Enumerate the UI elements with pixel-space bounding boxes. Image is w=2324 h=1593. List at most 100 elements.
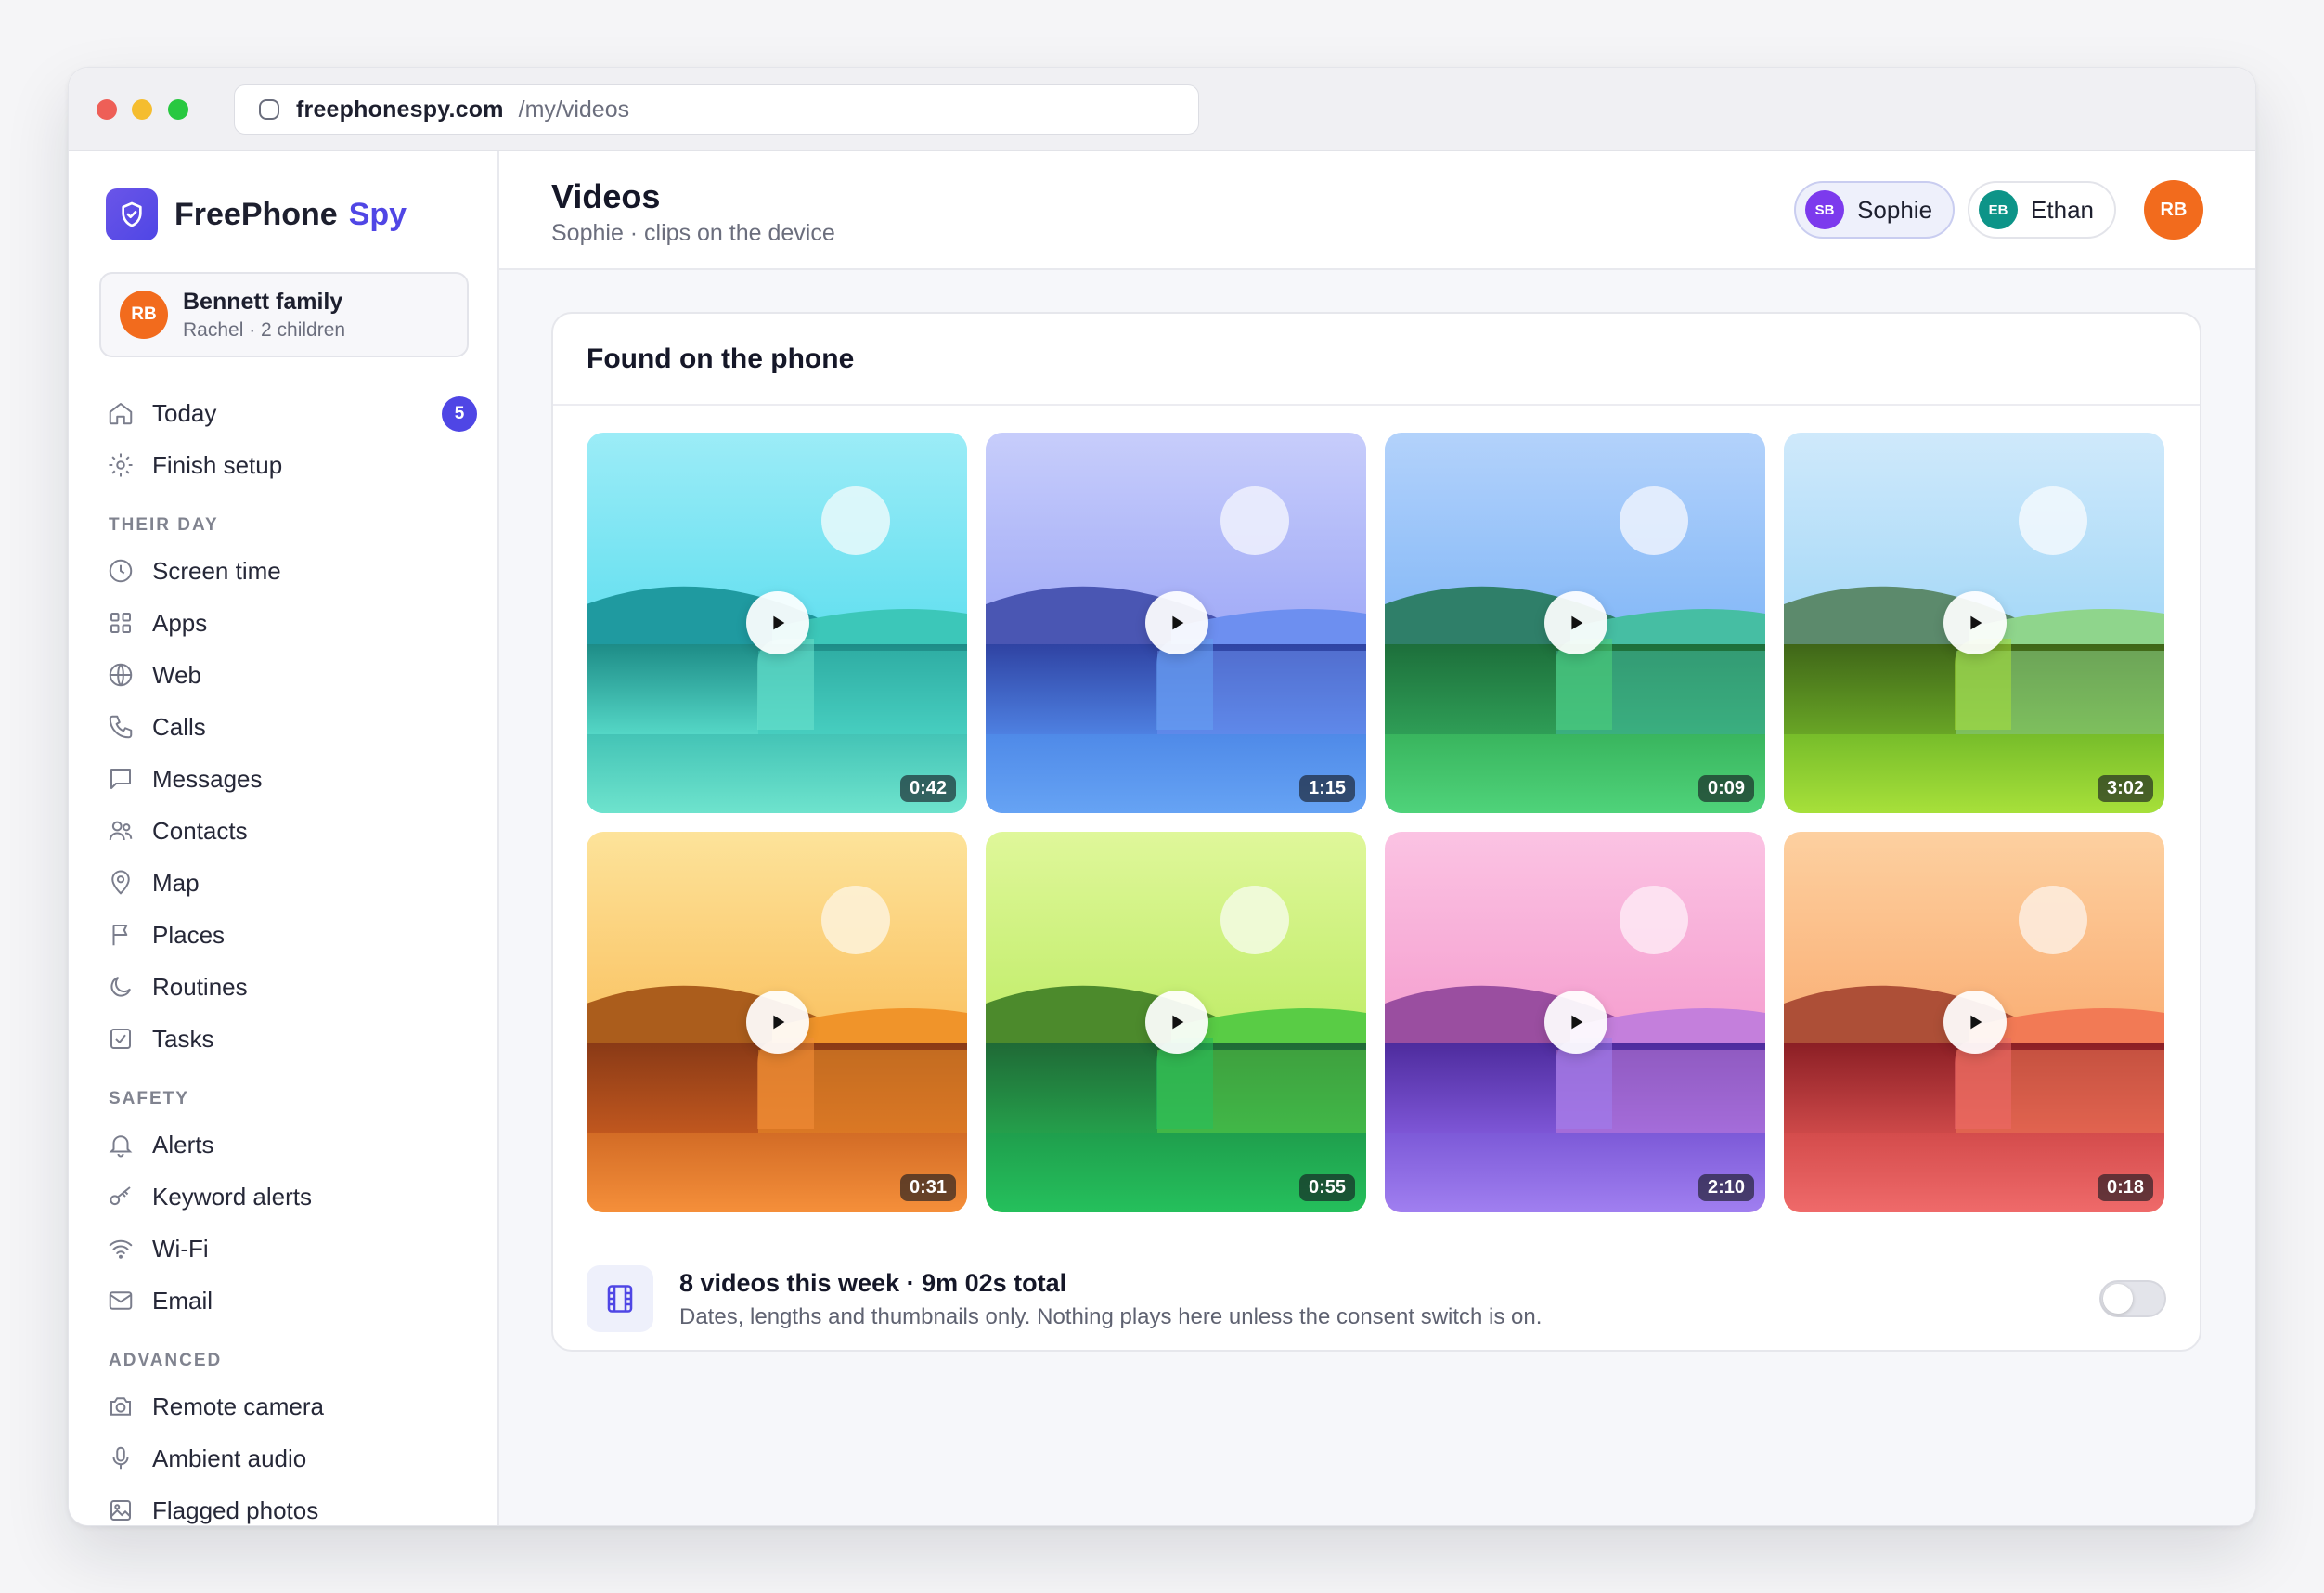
- play-button[interactable]: [1145, 991, 1208, 1054]
- url-path: /my/videos: [518, 96, 630, 123]
- play-icon: [773, 615, 785, 630]
- sidebar-item-finish-setup[interactable]: Finish setup: [106, 439, 477, 491]
- section-heading-advanced: ADVANCED: [109, 1351, 223, 1370]
- video-thumbnail[interactable]: 3:02: [1784, 433, 2164, 813]
- sidebar-item-label: Messages: [152, 764, 263, 793]
- sidebar-item-map[interactable]: Map: [106, 857, 477, 909]
- play-button[interactable]: [1145, 591, 1208, 654]
- play-icon: [1970, 615, 1982, 630]
- sidebar-item-label: Wi-Fi: [152, 1234, 209, 1263]
- video-duration: 0:42: [899, 775, 956, 802]
- flag-icon: [106, 920, 136, 950]
- close-window-button[interactable]: [97, 99, 117, 120]
- page-title: Videos: [551, 177, 661, 215]
- summary-title: 8 videos this week · 9m 02s total: [679, 1269, 1067, 1297]
- grid-icon: [106, 608, 136, 638]
- child-avatar: SB: [1805, 190, 1845, 229]
- sidebar-item-label: Finish setup: [152, 450, 283, 479]
- sidebar-item-label: Places: [152, 920, 226, 949]
- sidebar-item-keyword-alerts[interactable]: Keyword alerts: [106, 1171, 477, 1223]
- toggle-knob: [2103, 1284, 2133, 1314]
- page-header: Videos Sophie · clips on the device SB S…: [499, 151, 2255, 270]
- family-avatar: RB: [120, 291, 168, 339]
- sidebar-item-email[interactable]: Email: [106, 1275, 477, 1327]
- sidebar-item-label: Map: [152, 868, 200, 897]
- video-duration: 3:02: [2097, 775, 2153, 802]
- pin-icon: [106, 868, 136, 898]
- sidebar-item-places[interactable]: Places: [106, 909, 477, 961]
- play-icon: [1571, 615, 1583, 630]
- sidebar-item-tasks[interactable]: Tasks: [106, 1013, 477, 1065]
- child-name: Sophie: [1857, 195, 1933, 224]
- sidebar-item-label: Today: [152, 398, 217, 427]
- videos-panel: Found on the phone 0:42 1:15 0:09 3:02 0:31 0…: [551, 312, 2201, 1352]
- sidebar-item-messages[interactable]: Messages: [106, 753, 477, 805]
- play-button[interactable]: [1943, 991, 2007, 1054]
- play-icon: [1172, 615, 1184, 630]
- browser-window: freephonespy.com /my/videos FreePhone Sp…: [68, 67, 2256, 1526]
- sidebar-item-wifi[interactable]: Wi-Fi: [106, 1223, 477, 1275]
- family-name: Bennett family: [183, 288, 343, 315]
- mail-icon: [106, 1286, 136, 1315]
- sidebar-item-remote-camera[interactable]: Remote camera: [106, 1380, 477, 1432]
- child-switcher: SB Sophie EB Ethan RB: [1794, 180, 2203, 240]
- child-avatar: EB: [1979, 190, 2019, 229]
- maximize-window-button[interactable]: [168, 99, 188, 120]
- sidebar-item-web[interactable]: Web: [106, 649, 477, 701]
- sidebar-item-today[interactable]: Today 5: [106, 387, 477, 439]
- sidebar-item-label: Routines: [152, 972, 248, 1001]
- main-content: Videos Sophie · clips on the device SB S…: [499, 151, 2255, 1525]
- sidebar-item-ambient-audio[interactable]: Ambient audio: [106, 1432, 477, 1484]
- video-duration: 0:18: [2097, 1174, 2153, 1201]
- browser-titlebar: freephonespy.com /my/videos: [69, 68, 2255, 151]
- brand-logo-link[interactable]: FreePhone Spy: [106, 188, 407, 240]
- sidebar-item-screen-time[interactable]: Screen time: [106, 545, 477, 597]
- sidebar-item-label: Ambient audio: [152, 1444, 307, 1472]
- shield-icon: [106, 188, 158, 240]
- video-thumbnail[interactable]: 0:18: [1784, 832, 2164, 1212]
- site-info-icon: [259, 99, 279, 120]
- brand-name: FreePhone: [174, 196, 338, 232]
- video-thumbnail[interactable]: 2:10: [1385, 832, 1765, 1212]
- play-button[interactable]: [1943, 591, 2007, 654]
- family-subtitle: Rachel · 2 children: [183, 318, 346, 341]
- video-thumbnail[interactable]: 0:31: [587, 832, 967, 1212]
- play-button[interactable]: [1544, 591, 1607, 654]
- minimize-window-button[interactable]: [132, 99, 152, 120]
- play-icon: [1571, 1015, 1583, 1030]
- section-heading-safety: SAFETY: [109, 1089, 189, 1108]
- play-button[interactable]: [746, 591, 809, 654]
- video-thumbnail[interactable]: 0:09: [1385, 433, 1765, 813]
- consent-toggle[interactable]: [2099, 1280, 2166, 1317]
- video-thumbnail[interactable]: 0:42: [587, 433, 967, 813]
- video-thumbnail[interactable]: 1:15: [986, 433, 1366, 813]
- child-chip-ethan[interactable]: EB Ethan: [1968, 181, 2116, 239]
- clock-icon: [106, 556, 136, 586]
- child-chip-sophie[interactable]: SB Sophie: [1794, 181, 1956, 239]
- play-button[interactable]: [1544, 991, 1607, 1054]
- today-count-badge: 5: [442, 396, 477, 432]
- play-button[interactable]: [746, 991, 809, 1054]
- user-avatar[interactable]: RB: [2144, 180, 2203, 240]
- sidebar-item-apps[interactable]: Apps: [106, 597, 477, 649]
- sidebar-item-label: Web: [152, 660, 201, 689]
- wifi-icon: [106, 1234, 136, 1263]
- sidebar-item-alerts[interactable]: Alerts: [106, 1119, 477, 1171]
- sidebar-item-label: Alerts: [152, 1130, 214, 1159]
- sidebar-item-routines[interactable]: Routines: [106, 961, 477, 1013]
- phone-icon: [106, 712, 136, 742]
- child-name: Ethan: [2031, 195, 2094, 224]
- family-switcher[interactable]: RB Bennett family Rachel · 2 children: [99, 272, 469, 357]
- image-icon: [106, 1496, 136, 1525]
- sidebar-item-flagged-photos[interactable]: Flagged photos: [106, 1484, 477, 1525]
- video-thumbnail[interactable]: 0:55: [986, 832, 1366, 1212]
- home-icon: [106, 398, 136, 428]
- url-domain: freephonespy.com: [296, 96, 504, 123]
- sidebar-item-label: Contacts: [152, 816, 248, 845]
- sidebar-item-calls[interactable]: Calls: [106, 701, 477, 753]
- sidebar-item-label: Remote camera: [152, 1392, 324, 1420]
- sidebar-item-contacts[interactable]: Contacts: [106, 805, 477, 857]
- address-bar[interactable]: freephonespy.com /my/videos: [234, 84, 1199, 135]
- page-subtitle: Sophie · clips on the device: [551, 220, 835, 246]
- play-icon: [1970, 1015, 1982, 1030]
